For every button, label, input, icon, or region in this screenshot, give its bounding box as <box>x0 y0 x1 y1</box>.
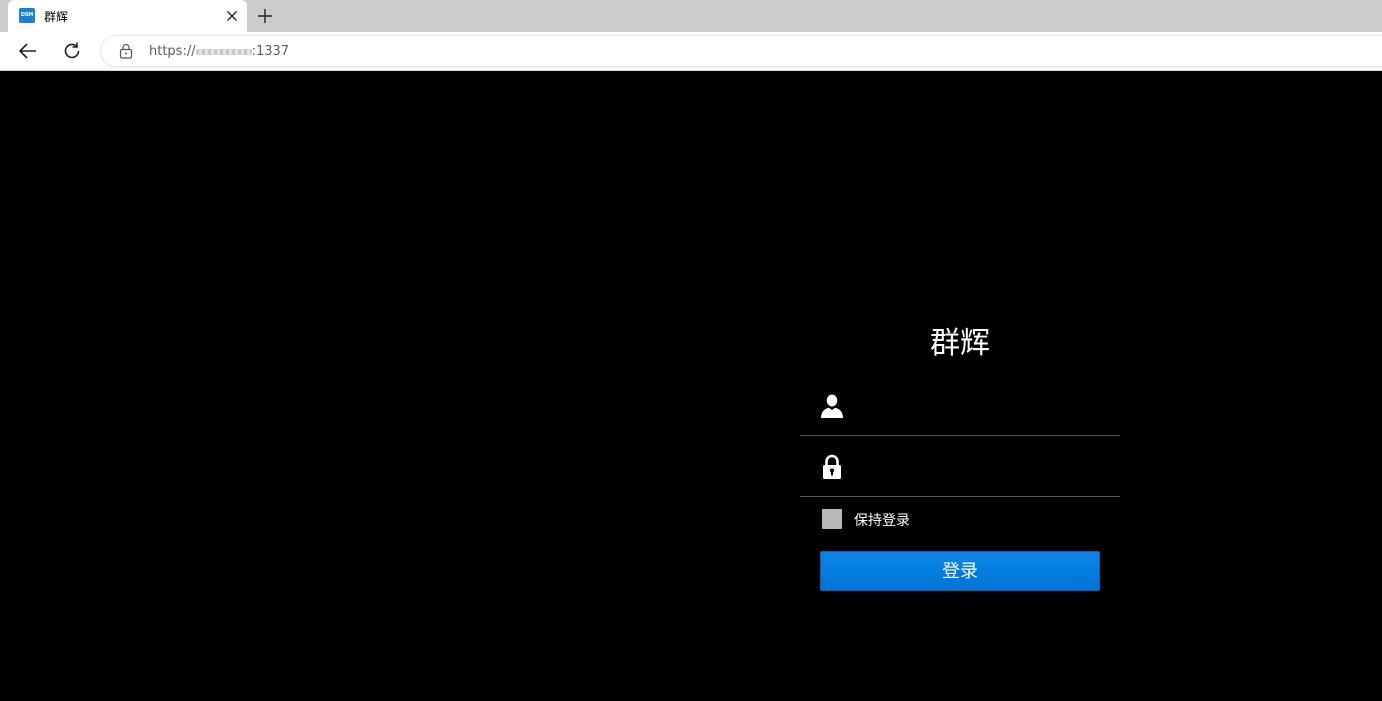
url-port: :1337 <box>251 44 290 59</box>
username-input[interactable] <box>860 389 1114 423</box>
login-title: 群辉 <box>930 326 990 361</box>
url-scheme: https:// <box>149 44 196 59</box>
browser-tab-strip: DSM 群辉 <box>0 0 1382 32</box>
browser-tab[interactable]: DSM 群辉 <box>8 0 247 32</box>
new-tab-plus-icon[interactable] <box>256 7 274 25</box>
redacted-host <box>195 48 252 55</box>
back-arrow-icon[interactable] <box>17 40 39 62</box>
remember-me-label[interactable]: 保持登录 <box>854 510 910 530</box>
username-field <box>800 375 1120 436</box>
password-field <box>800 436 1120 497</box>
lock-icon <box>823 454 841 479</box>
padlock-icon[interactable] <box>119 43 133 59</box>
close-icon[interactable] <box>224 8 240 24</box>
user-icon <box>821 394 843 418</box>
login-form: 群辉 保持登录 登录 <box>800 326 1120 626</box>
url-text: https:// :1337 <box>149 44 289 59</box>
reload-icon[interactable] <box>61 40 83 62</box>
address-bar[interactable]: https:// :1337 <box>101 36 1382 66</box>
browser-toolbar: https:// :1337 <box>0 32 1382 71</box>
login-button[interactable]: 登录 <box>820 551 1100 591</box>
dsm-favicon-icon: DSM <box>19 8 35 23</box>
login-page: 群辉 保持登录 登录 <box>0 71 1382 701</box>
remember-me-checkbox[interactable] <box>822 509 842 529</box>
password-input[interactable] <box>860 450 1114 484</box>
tab-title: 群辉 <box>44 10 69 24</box>
